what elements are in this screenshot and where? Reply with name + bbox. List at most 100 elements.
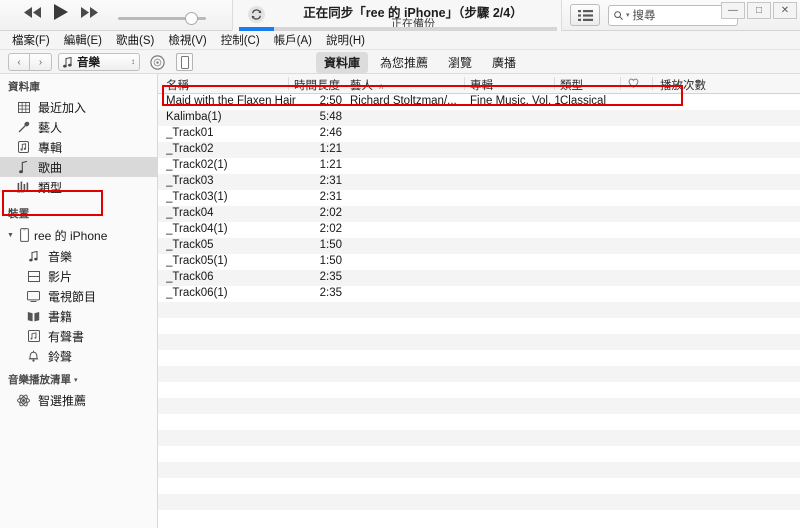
table-row[interactable]: Maid with the Flaxen Hair 2:50 Richard Sto… — [158, 94, 800, 110]
top-toolbar: 正在同步「ree 的 iPhone」（步驟 2/4） 正在備份 ▾ 搜尋 — □… — [0, 0, 800, 31]
column-divider[interactable] — [554, 77, 555, 90]
sidebar-item-device-tvshows[interactable]: 電視節目 — [0, 286, 157, 306]
cell-time: 1:50 — [319, 239, 342, 251]
search-input[interactable]: ▾ 搜尋 — [608, 4, 738, 26]
cell-name: _Track01 — [166, 127, 214, 139]
sync-icon[interactable] — [248, 6, 265, 23]
forward-button[interactable]: › — [30, 53, 52, 71]
sidebar-label: 音樂 — [48, 249, 73, 264]
tab-library[interactable]: 資料庫 — [316, 52, 369, 73]
cell-name: _Track06(1) — [166, 287, 228, 299]
table-row[interactable]: Kalimba(1) 5:48 — [158, 110, 800, 126]
microphone-icon — [16, 121, 31, 133]
sidebar-item-albums[interactable]: 專輯 — [0, 137, 157, 157]
rewind-icon[interactable] — [24, 6, 41, 18]
cell-time: 2:02 — [319, 223, 342, 235]
playlists-label: 音樂播放清單 — [8, 374, 71, 386]
sidebar-item-artists[interactable]: 藝人 — [0, 117, 157, 137]
sidebar-item-recently-added[interactable]: 最近加入 — [0, 97, 157, 117]
table-row[interactable]: _Track03(1) 2:31 — [158, 190, 800, 206]
column-divider[interactable] — [620, 77, 621, 90]
disc-icon[interactable] — [148, 53, 167, 71]
column-header-time[interactable]: 時間長度 — [294, 77, 340, 93]
table-row[interactable]: _Track02(1) 1:21 — [158, 158, 800, 174]
sidebar-label: 影片 — [48, 269, 73, 284]
empty-row — [158, 302, 800, 318]
table-row[interactable]: _Track02 1:21 — [158, 142, 800, 158]
tab-browse[interactable]: 瀏覽 — [440, 52, 480, 73]
column-divider[interactable] — [652, 77, 653, 90]
column-header-name[interactable]: 名稱 — [166, 77, 189, 93]
menu-account[interactable]: 帳戶(A) — [268, 31, 318, 49]
tab-radio[interactable]: 廣播 — [484, 52, 524, 73]
empty-row — [158, 334, 800, 350]
table-row[interactable]: _Track04 2:02 — [158, 206, 800, 222]
sidebar-item-genres[interactable]: ABC 類型 — [0, 177, 157, 197]
menu-edit[interactable]: 編輯(E) — [58, 31, 108, 49]
sidebar-label: 電視節目 — [48, 289, 97, 304]
disclosure-triangle-icon[interactable]: ▼ — [7, 232, 15, 239]
sidebar-item-device[interactable]: ▼ ree 的 iPhone — [0, 224, 157, 246]
sidebar-item-device-audiobooks[interactable]: 有聲書 — [0, 326, 157, 346]
fast-forward-icon[interactable] — [81, 6, 98, 18]
sidebar-item-device-music[interactable]: 音樂 — [0, 246, 157, 266]
cell-time: 1:21 — [319, 143, 342, 155]
search-icon — [614, 10, 623, 20]
sidebar-item-songs[interactable]: 歌曲 — [0, 157, 157, 177]
volume-knob[interactable] — [184, 12, 198, 25]
column-header-artist[interactable]: 藝人 ∧ — [350, 77, 384, 93]
chevron-down-icon[interactable]: ▾ — [74, 376, 78, 384]
table-row[interactable]: _Track05 1:50 — [158, 238, 800, 254]
play-icon[interactable] — [54, 4, 68, 20]
minimize-button[interactable]: — — [721, 2, 745, 19]
empty-row — [158, 366, 800, 382]
table-row[interactable]: _Track03 2:31 — [158, 174, 800, 190]
genius-atom-icon — [16, 394, 31, 407]
sidebar-section-playlists[interactable]: 音樂播放清單 ▾ — [0, 366, 157, 390]
column-header-genre[interactable]: 類型 — [560, 77, 583, 93]
column-divider[interactable] — [464, 77, 465, 90]
close-button[interactable]: ✕ — [773, 2, 797, 19]
menu-help[interactable]: 說明(H) — [320, 31, 371, 49]
cell-time: 2:31 — [319, 191, 342, 203]
media-type-picker[interactable]: 音樂 ↕ — [58, 53, 140, 71]
tab-for-you[interactable]: 為您推薦 — [372, 52, 436, 73]
sidebar-label: 智選推薦 — [38, 393, 87, 408]
column-divider[interactable] — [288, 77, 289, 90]
table-row[interactable]: _Track05(1) 1:50 — [158, 254, 800, 270]
table-row[interactable]: _Track06 2:35 — [158, 270, 800, 286]
cell-genre: Classical — [560, 95, 607, 107]
sidebar-item-device-books[interactable]: 書籍 — [0, 306, 157, 326]
sidebar-item-device-ringtones[interactable]: 鈴聲 — [0, 346, 157, 366]
sidebar-label: 書籍 — [48, 309, 73, 324]
device-icon[interactable] — [176, 53, 193, 71]
cell-time: 2:35 — [319, 287, 342, 299]
cell-name: _Track06 — [166, 271, 214, 283]
music-note-icon — [63, 56, 72, 68]
menu-bar: 檔案(F) 編輯(E) 歌曲(S) 檢視(V) 控制(C) 帳戶(A) 說明(H… — [0, 31, 800, 50]
maximize-button[interactable]: □ — [747, 2, 771, 19]
list-view-icon[interactable] — [570, 4, 600, 26]
menu-controls[interactable]: 控制(C) — [215, 31, 266, 49]
column-headers: 名稱 時間長度 藝人 ∧ 專輯 類型 播放次數 — [158, 74, 800, 94]
sidebar-label: 有聲書 — [48, 329, 85, 344]
column-header-plays[interactable]: 播放次數 — [660, 77, 706, 93]
volume-slider[interactable] — [118, 12, 210, 26]
menu-file[interactable]: 檔案(F) — [6, 31, 56, 49]
menu-view[interactable]: 檢視(V) — [162, 31, 212, 49]
sidebar-item-device-movies[interactable]: 影片 — [0, 266, 157, 286]
menu-songs[interactable]: 歌曲(S) — [110, 31, 160, 49]
table-row[interactable]: _Track06(1) 2:35 — [158, 286, 800, 302]
back-button[interactable]: ‹ — [8, 53, 30, 71]
genre-icon: ABC — [16, 181, 31, 193]
column-header-album[interactable]: 專輯 — [470, 77, 493, 93]
empty-row — [158, 494, 800, 510]
heart-icon[interactable] — [628, 78, 639, 88]
cell-name: _Track03 — [166, 175, 214, 187]
updown-chevron-icon[interactable]: ↕ — [131, 58, 135, 66]
table-row[interactable]: _Track01 2:46 — [158, 126, 800, 142]
search-chevron-down-icon[interactable]: ▾ — [626, 11, 630, 19]
table-row[interactable]: _Track04(1) 2:02 — [158, 222, 800, 238]
cell-time: 2:02 — [319, 207, 342, 219]
sidebar-item-genius[interactable]: 智選推薦 — [0, 390, 157, 410]
